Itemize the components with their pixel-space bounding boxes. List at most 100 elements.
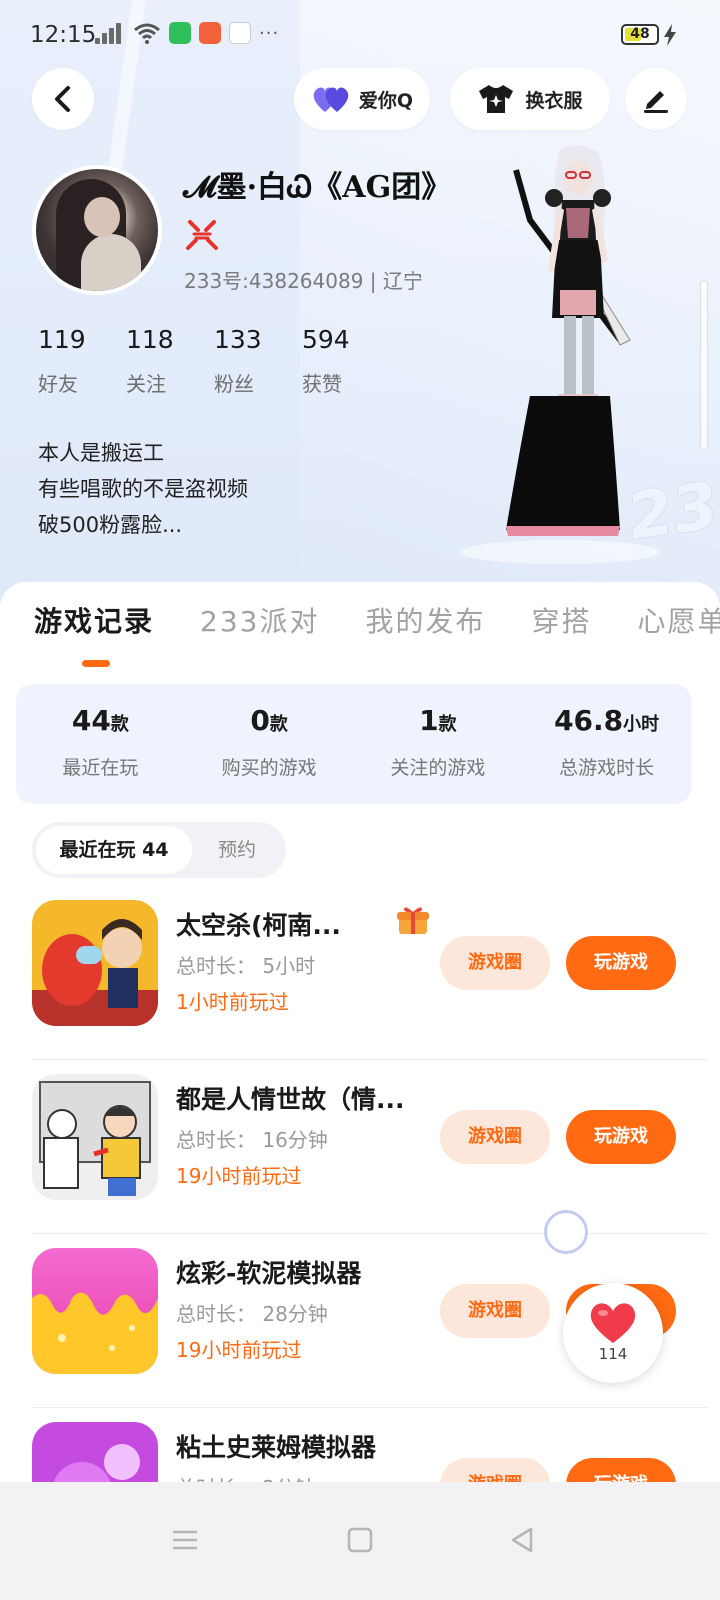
stat-label: 获赞 (302, 372, 342, 396)
battery-icon: 48 (621, 24, 659, 45)
summary-label: 最近在玩 (62, 757, 139, 779)
battery-level: 48 (630, 26, 650, 42)
summary-value: 44 (71, 704, 111, 737)
loading-spinner (544, 1210, 588, 1254)
heart-icon (590, 1303, 636, 1343)
summary-value: 46.8 (554, 704, 624, 737)
gift-icon[interactable] (396, 904, 430, 936)
charging-icon (664, 24, 676, 46)
summary-label: 关注的游戏 (390, 757, 486, 779)
status-bar: 12:15 ··· 48 (0, 0, 720, 70)
signal-icon (95, 22, 125, 44)
summary-unit: 款 (438, 714, 457, 735)
play-game-button[interactable]: 玩游戏 (566, 1110, 676, 1164)
summary-recent-playing[interactable]: 44款 最近在玩 (16, 684, 185, 804)
summary-value: 1 (419, 704, 439, 737)
more-notifications-icon: ··· (259, 22, 280, 44)
summary-followed-games[interactable]: 1款 关注的游戏 (354, 684, 523, 804)
status-icons: ··· (95, 22, 279, 44)
love-you-label: 爱你Q (358, 89, 414, 112)
game-circle-button[interactable]: 游戏圈 (440, 1284, 550, 1338)
tab-my-posts[interactable]: 我的发布 (365, 600, 485, 640)
system-navigation-bar (0, 1482, 720, 1600)
like-count: 114 (598, 1345, 628, 1363)
summary-purchased-games[interactable]: 0款 购买的游戏 (185, 684, 354, 804)
summary-total-playtime[interactable]: 46.8小时 总游戏时长 (522, 684, 691, 804)
stat-value: 119 (38, 325, 86, 354)
filter-recent-playing[interactable]: 最近在玩 44 (36, 826, 192, 874)
stat-label: 粉丝 (214, 372, 254, 396)
game-circle-button[interactable]: 游戏圈 (440, 1110, 550, 1164)
side-drawer-handle[interactable] (700, 280, 708, 450)
avatar[interactable] (32, 165, 162, 295)
game-title: 都是人情世故（情... (176, 1085, 405, 1114)
notification-calendar-icon (229, 22, 251, 44)
stat-fans[interactable]: 133 粉丝 (208, 325, 296, 397)
stat-label: 关注 (126, 372, 166, 396)
user-id-location: 233号:438264089 | 辽宁 (184, 269, 423, 293)
double-heart-icon (313, 87, 349, 112)
back-triangle-icon (511, 1527, 533, 1553)
3d-character-avatar[interactable] (470, 140, 710, 560)
menu-icon (173, 1530, 197, 1550)
game-icon-among-us-conan[interactable] (32, 900, 158, 1026)
like-floating-button[interactable]: 114 (563, 1283, 663, 1383)
game-list-item[interactable]: 太空杀(柯南... 总时长： 5小时 1小时前玩过 游戏圈 玩游戏 (32, 884, 708, 1060)
wifi-icon (134, 23, 160, 44)
game-circle-button[interactable]: 游戏圈 (440, 936, 550, 990)
edit-profile-button[interactable] (625, 68, 687, 130)
angry-mood-icon[interactable] (184, 218, 220, 254)
tab-233-party[interactable]: 233派对 (200, 600, 319, 640)
summary-unit: 小时 (623, 714, 660, 735)
tshirt-icon (479, 85, 514, 113)
profile-bio: 本人是搬运工 有些唱歌的不是盗视频 破500粉露脸... (38, 435, 248, 543)
back-nav-button[interactable] (492, 1510, 552, 1570)
filter-reservations[interactable]: 预约 (218, 822, 256, 878)
summary-label: 购买的游戏 (221, 757, 317, 779)
tab-wishlist[interactable]: 心愿单 (638, 600, 720, 640)
menu-nav-button[interactable] (155, 1510, 215, 1570)
summary-value: 0 (250, 704, 270, 737)
tab-outfits[interactable]: 穿搭 (531, 600, 591, 640)
chevron-left-icon (55, 86, 70, 112)
stat-following[interactable]: 118 关注 (120, 325, 208, 397)
status-time: 12:15 (30, 22, 97, 48)
summary-unit: 款 (269, 714, 288, 735)
profile-stats: 119 好友 118 关注 133 粉丝 594 获赞 (32, 325, 384, 397)
home-square-icon (347, 1527, 373, 1553)
play-game-button[interactable]: 玩游戏 (566, 936, 676, 990)
love-you-button[interactable]: 爱你Q (294, 68, 430, 130)
game-last-played: 19小时前玩过 (176, 1338, 302, 1362)
notification-app-icon-game (199, 22, 221, 44)
game-summary-card: 44款 最近在玩 0款 购买的游戏 1款 关注的游戏 46.8小时 总游戏时长 (16, 684, 691, 804)
stat-value: 594 (302, 325, 350, 354)
game-title: 炫彩-软泥模拟器 (176, 1259, 362, 1288)
stat-value: 118 (126, 325, 174, 354)
bio-line: 破500粉露脸... (38, 513, 183, 537)
bio-line: 本人是搬运工 (38, 441, 164, 465)
notification-app-icon-green (169, 22, 191, 44)
game-icon-social-etiquette[interactable] (32, 1074, 158, 1200)
game-total-duration: 总时长： 5小时 (176, 954, 316, 978)
home-nav-button[interactable] (330, 1510, 390, 1570)
game-total-duration: 总时长： 28分钟 (176, 1302, 328, 1326)
stat-likes[interactable]: 594 获赞 (296, 325, 384, 397)
change-outfit-label: 换衣服 (525, 89, 583, 112)
game-last-played: 1小时前玩过 (176, 990, 289, 1014)
back-button[interactable] (32, 68, 94, 130)
stat-friends[interactable]: 119 好友 (32, 325, 120, 397)
game-icon-slime-simulator[interactable] (32, 1248, 158, 1374)
tab-game-records[interactable]: 游戏记录 (34, 600, 154, 640)
summary-label: 总游戏时长 (559, 757, 655, 779)
game-list-item[interactable]: 都是人情世故（情... 总时长： 16分钟 19小时前玩过 游戏圈 玩游戏 (32, 1058, 708, 1234)
change-outfit-button[interactable]: 换衣服 (450, 68, 610, 130)
summary-unit: 款 (110, 714, 129, 735)
game-total-duration: 总时长： 16分钟 (176, 1128, 328, 1152)
bio-line: 有些唱歌的不是盗视频 (38, 477, 248, 501)
username: 𝓜墨·白Ꮗ《AG团》 (183, 170, 452, 205)
game-title: 粘土史莱姆模拟器 (176, 1433, 377, 1462)
game-last-played: 19小时前玩过 (176, 1164, 302, 1188)
game-list-filter: 最近在玩 44 预约 (32, 822, 286, 878)
active-tab-indicator (82, 660, 110, 667)
profile-tabs: 游戏记录 233派对 我的发布 穿搭 心愿单 (34, 600, 720, 640)
